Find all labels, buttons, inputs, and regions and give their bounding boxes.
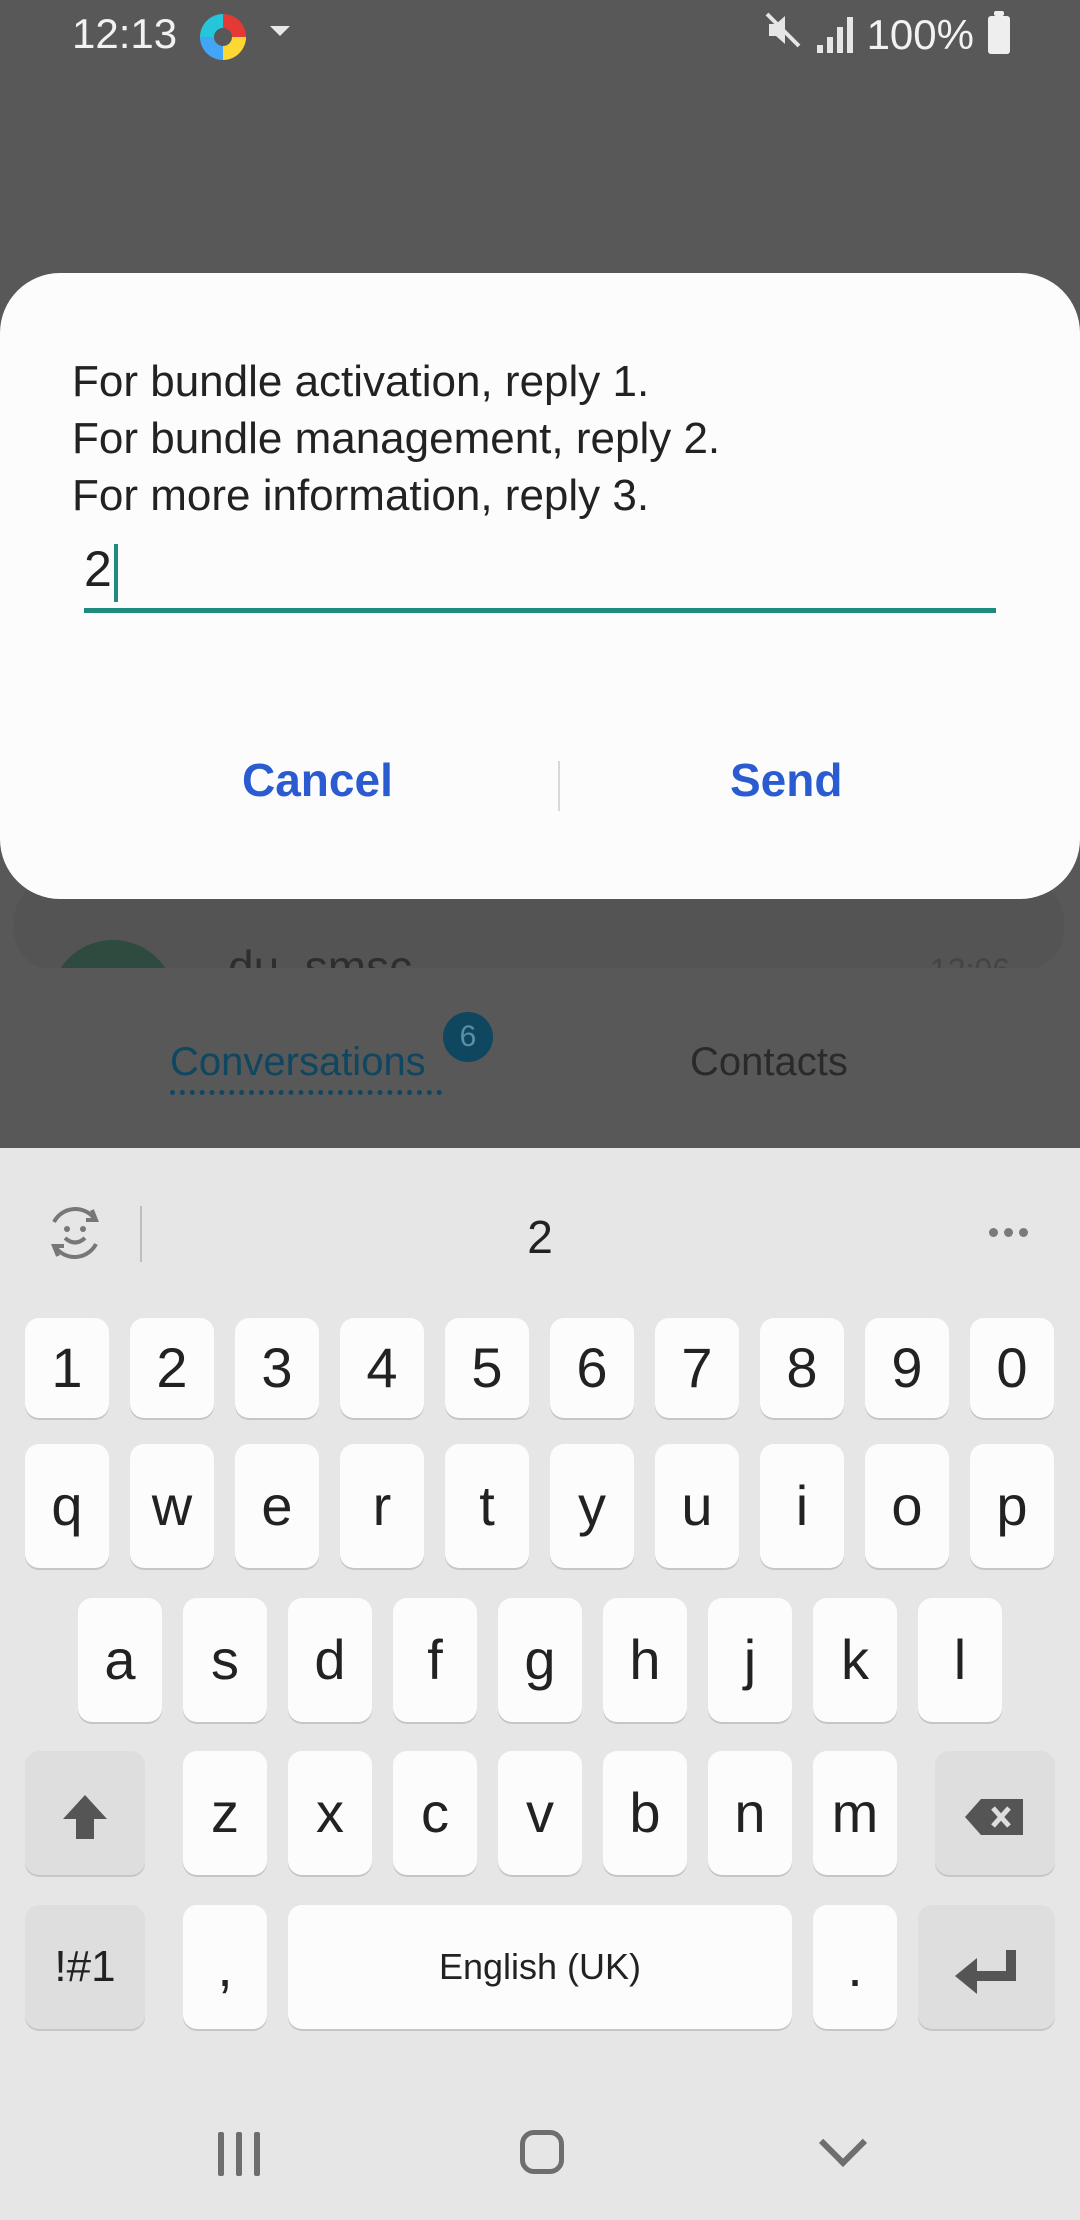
key-1[interactable]: 1 bbox=[25, 1318, 109, 1418]
tab-conversations[interactable]: Conversations bbox=[170, 1040, 426, 1085]
keyboard-toolbar: 2 bbox=[0, 1148, 1080, 1318]
key-h[interactable]: h bbox=[603, 1598, 687, 1722]
period-key[interactable]: . bbox=[813, 1905, 897, 2029]
key-b[interactable]: b bbox=[603, 1751, 687, 1875]
tab-bar: Conversations 6 Contacts bbox=[0, 990, 1080, 1140]
keyboard: 2 1 2 3 4 5 6 7 8 9 0 q w e r t y u i o … bbox=[0, 1148, 1080, 2220]
key-e[interactable]: e bbox=[235, 1444, 319, 1568]
key-s[interactable]: s bbox=[183, 1598, 267, 1722]
key-i[interactable]: i bbox=[760, 1444, 844, 1568]
key-f[interactable]: f bbox=[393, 1598, 477, 1722]
shift-key[interactable] bbox=[25, 1751, 145, 1875]
suggestion[interactable]: 2 bbox=[0, 1210, 1080, 1264]
reply-input-value: 2 bbox=[84, 541, 112, 597]
reply-input[interactable]: 2 bbox=[84, 538, 996, 613]
key-t[interactable]: t bbox=[445, 1444, 529, 1568]
key-5[interactable]: 5 bbox=[445, 1318, 529, 1418]
ussd-dialog: For bundle activation, reply 1. For bund… bbox=[0, 273, 1080, 899]
comma-key[interactable]: , bbox=[183, 1905, 267, 2029]
message-line: For bundle management, reply 2. bbox=[72, 414, 721, 463]
key-y[interactable]: y bbox=[550, 1444, 634, 1568]
dialog-message: For bundle activation, reply 1. For bund… bbox=[72, 353, 720, 524]
message-line: For more information, reply 3. bbox=[72, 471, 650, 520]
key-m[interactable]: m bbox=[813, 1751, 897, 1875]
key-q[interactable]: q bbox=[25, 1444, 109, 1568]
navigation-bar bbox=[0, 2080, 1080, 2220]
backspace-icon bbox=[965, 1799, 1023, 1836]
more-options-icon[interactable] bbox=[989, 1228, 1028, 1237]
key-o[interactable]: o bbox=[865, 1444, 949, 1568]
backspace-key[interactable] bbox=[935, 1751, 1055, 1875]
key-r[interactable]: r bbox=[340, 1444, 424, 1568]
key-p[interactable]: p bbox=[970, 1444, 1054, 1568]
key-u[interactable]: u bbox=[655, 1444, 739, 1568]
dropdown-icon bbox=[270, 26, 290, 36]
key-z[interactable]: z bbox=[183, 1751, 267, 1875]
key-9[interactable]: 9 bbox=[865, 1318, 949, 1418]
send-button[interactable]: Send bbox=[730, 753, 842, 807]
status-icons: 100% bbox=[763, 10, 1010, 60]
enter-key[interactable] bbox=[918, 1905, 1055, 2029]
key-k[interactable]: k bbox=[813, 1598, 897, 1722]
text-cursor bbox=[114, 544, 118, 602]
cancel-button[interactable]: Cancel bbox=[242, 753, 393, 807]
key-g[interactable]: g bbox=[498, 1598, 582, 1722]
key-0[interactable]: 0 bbox=[970, 1318, 1054, 1418]
key-a[interactable]: a bbox=[78, 1598, 162, 1722]
shift-icon bbox=[63, 1795, 107, 1840]
message-line: For bundle activation, reply 1. bbox=[72, 357, 650, 406]
key-l[interactable]: l bbox=[918, 1598, 1002, 1722]
key-c[interactable]: c bbox=[393, 1751, 477, 1875]
key-6[interactable]: 6 bbox=[550, 1318, 634, 1418]
active-tab-indicator bbox=[170, 1090, 442, 1095]
space-key[interactable]: English (UK) bbox=[288, 1905, 792, 2029]
button-divider bbox=[558, 761, 560, 811]
symbols-key[interactable]: !#1 bbox=[25, 1905, 145, 2029]
home-icon[interactable] bbox=[520, 2130, 564, 2174]
key-7[interactable]: 7 bbox=[655, 1318, 739, 1418]
battery-icon bbox=[988, 11, 1010, 54]
signal-icon bbox=[816, 17, 853, 53]
tab-contacts[interactable]: Contacts bbox=[690, 1040, 848, 1085]
recent-apps-icon[interactable] bbox=[218, 2132, 260, 2176]
status-time: 12:13 bbox=[72, 10, 178, 57]
key-8[interactable]: 8 bbox=[760, 1318, 844, 1418]
key-v[interactable]: v bbox=[498, 1751, 582, 1875]
key-j[interactable]: j bbox=[708, 1598, 792, 1722]
key-4[interactable]: 4 bbox=[340, 1318, 424, 1418]
status-bar: 12:13 100% bbox=[0, 0, 1080, 72]
key-2[interactable]: 2 bbox=[130, 1318, 214, 1418]
key-3[interactable]: 3 bbox=[235, 1318, 319, 1418]
app-notification-icon bbox=[200, 14, 246, 60]
key-n[interactable]: n bbox=[708, 1751, 792, 1875]
key-w[interactable]: w bbox=[130, 1444, 214, 1568]
key-x[interactable]: x bbox=[288, 1751, 372, 1875]
unread-badge: 6 bbox=[443, 1012, 493, 1062]
battery-percent: 100% bbox=[866, 11, 974, 58]
mute-icon bbox=[763, 10, 803, 60]
back-icon[interactable] bbox=[818, 2118, 868, 2168]
key-d[interactable]: d bbox=[288, 1598, 372, 1722]
enter-icon bbox=[954, 1950, 1016, 1995]
